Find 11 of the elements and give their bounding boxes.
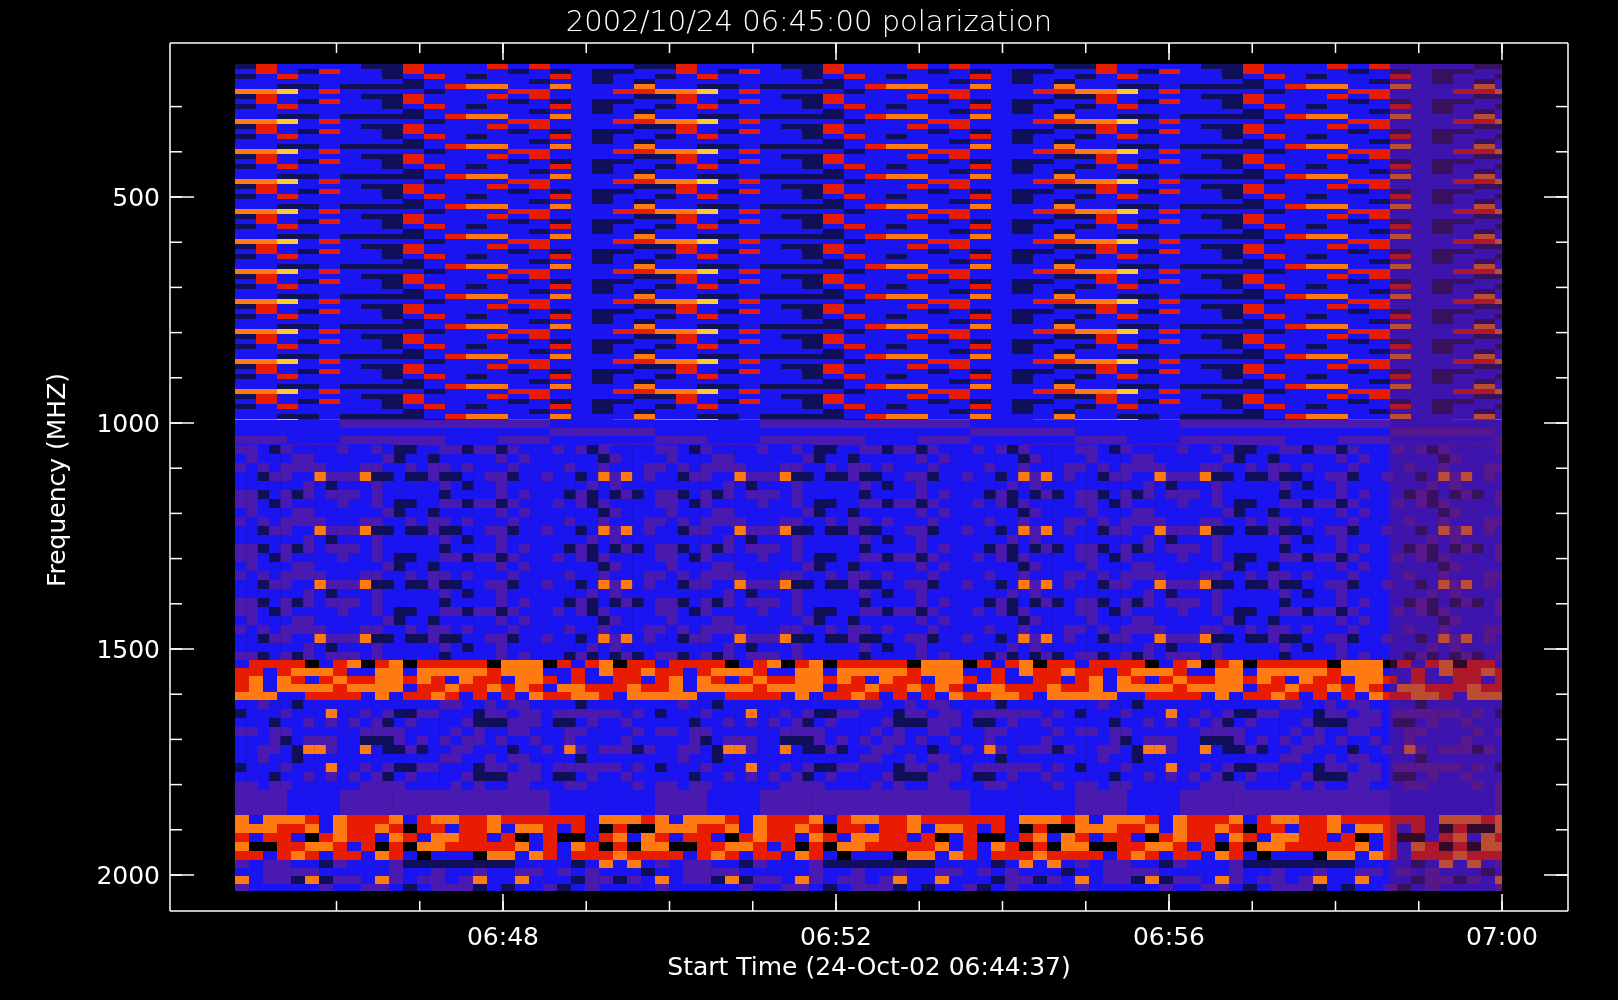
- axis-tick-label: 500: [112, 183, 160, 212]
- axis-tick-label: 06:52: [800, 922, 872, 951]
- axis-label: Frequency (MHZ): [42, 372, 71, 588]
- axis-tick-label: 1000: [96, 409, 160, 438]
- axis-label: Start Time (24-Oct-02 06:44:37): [667, 952, 1071, 981]
- axis-tick-label: 07:00: [1466, 922, 1538, 951]
- axis-tick-label: 06:48: [467, 922, 539, 951]
- axis-tick-label: 06:56: [1133, 922, 1205, 951]
- axis-tick-label: 1500: [96, 635, 160, 664]
- chart-title: 2002/10/24 06:45:00 polarization: [565, 4, 1053, 38]
- axis-tick-label: 2000: [96, 861, 160, 890]
